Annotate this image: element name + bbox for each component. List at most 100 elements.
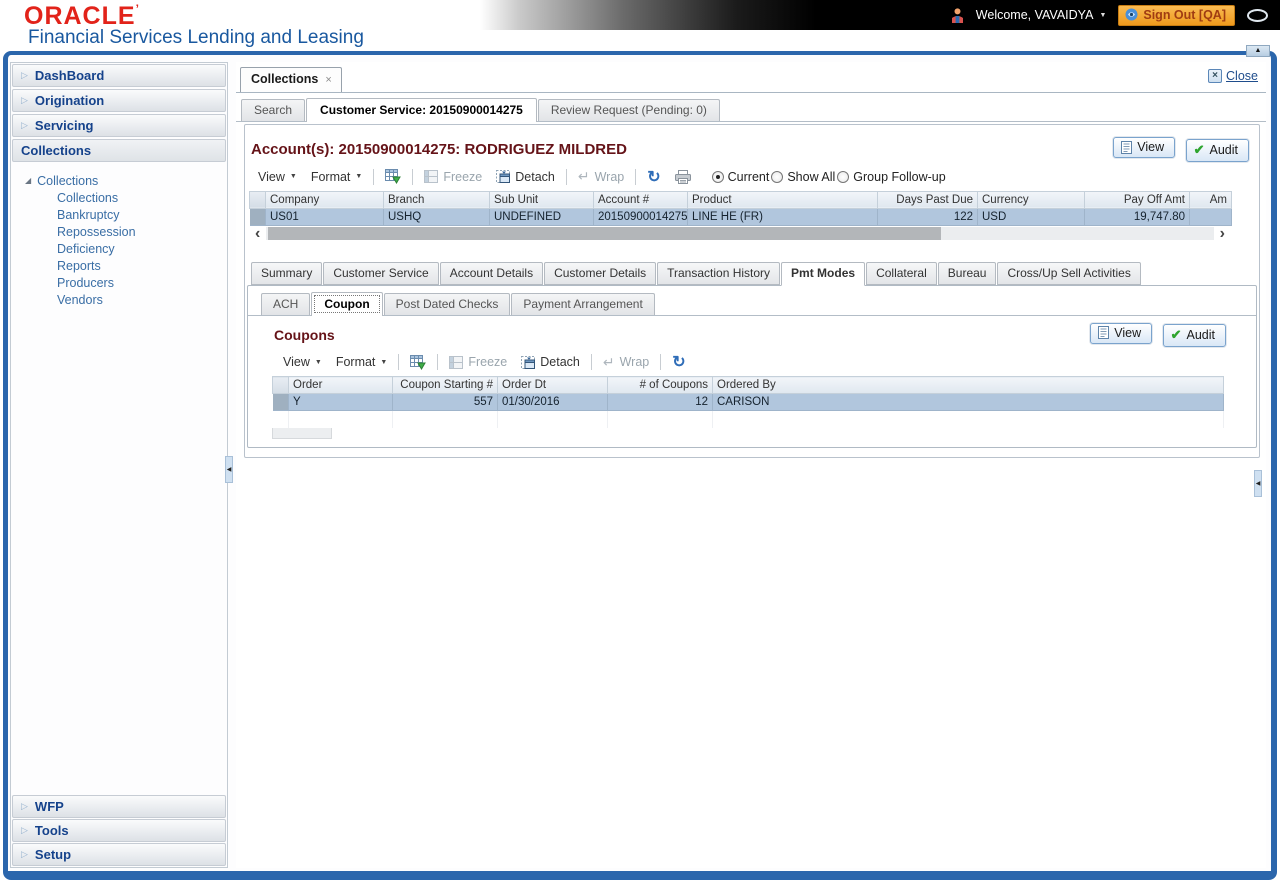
col-sub-unit[interactable]: Sub Unit bbox=[489, 190, 594, 209]
print-icon[interactable] bbox=[674, 169, 691, 184]
scroll-up-button[interactable]: ▲ bbox=[1246, 45, 1270, 57]
detach-button[interactable]: Detach bbox=[521, 355, 580, 369]
sidebar-item-origination[interactable]: ▷ Origination bbox=[12, 89, 226, 112]
wrap-button[interactable]: ↵ Wrap bbox=[603, 354, 649, 371]
sidebar-collapse-handle[interactable]: ◀ bbox=[225, 456, 233, 483]
tree-node-collections[interactable]: Collections bbox=[11, 189, 227, 206]
radio-current[interactable]: Current bbox=[711, 170, 769, 184]
tree-node-collections-root[interactable]: ◢ Collections bbox=[11, 172, 227, 189]
toolbar-view-menu[interactable]: View ▼ bbox=[283, 355, 322, 369]
col-amount-truncated[interactable]: Am bbox=[1189, 190, 1232, 209]
tab-search[interactable]: Search bbox=[241, 99, 306, 121]
tree-node-reports[interactable]: Reports bbox=[11, 257, 227, 274]
hscroll-thumb[interactable] bbox=[268, 226, 941, 240]
tab-pmt-modes[interactable]: Pmt Modes bbox=[781, 261, 866, 286]
radio-show-all[interactable]: Show All bbox=[771, 170, 835, 184]
sidebar-item-tools[interactable]: ▷ Tools bbox=[12, 819, 226, 842]
tab-post-dated-checks[interactable]: Post Dated Checks bbox=[383, 292, 511, 315]
tab-review-request[interactable]: Review Request (Pending: 0) bbox=[537, 99, 720, 121]
cell-pay-off-amt[interactable]: 19,747.80 bbox=[1084, 208, 1190, 226]
cell-order[interactable]: Y bbox=[288, 393, 393, 411]
tab-customer-details[interactable]: Customer Details bbox=[544, 261, 657, 285]
session-oval-icon[interactable] bbox=[1247, 8, 1268, 22]
tree-node-repossession[interactable]: Repossession bbox=[11, 223, 227, 240]
tab-collections[interactable]: Collections × bbox=[240, 67, 342, 92]
sidebar-item-wfp[interactable]: ▷ WFP bbox=[12, 795, 226, 818]
sidebar-item-setup[interactable]: ▷ Setup bbox=[12, 843, 226, 866]
cell-amount-truncated[interactable] bbox=[1189, 208, 1232, 226]
scroll-right-icon[interactable]: › bbox=[1214, 225, 1231, 241]
view-button[interactable]: View bbox=[1113, 137, 1176, 158]
cell-days-past-due[interactable]: 122 bbox=[877, 208, 978, 226]
col-coupon-starting[interactable]: Coupon Starting # bbox=[392, 376, 498, 394]
refresh-icon[interactable]: ↻ bbox=[647, 167, 660, 187]
tab-close-icon[interactable]: × bbox=[325, 74, 331, 86]
freeze-button[interactable]: Freeze bbox=[424, 170, 482, 184]
toolbar-format-menu[interactable]: Format ▼ bbox=[336, 355, 388, 369]
tab-ach[interactable]: ACH bbox=[261, 292, 311, 315]
cell-num-coupons[interactable]: 12 bbox=[607, 393, 713, 411]
hscroll-track[interactable] bbox=[266, 226, 1214, 240]
welcome-user-menu[interactable]: Welcome, VAVAIDYA ▼ bbox=[976, 8, 1107, 22]
tree-node-vendors[interactable]: Vendors bbox=[11, 291, 227, 308]
row-selector-cell[interactable] bbox=[249, 208, 266, 226]
sidebar-item-dashboard[interactable]: ▷ DashBoard bbox=[12, 64, 226, 87]
coupons-view-button[interactable]: View bbox=[1090, 322, 1153, 344]
coupons-vscrollbar-stub[interactable] bbox=[272, 427, 332, 439]
col-account-number[interactable]: Account # bbox=[593, 190, 688, 209]
export-to-excel-icon[interactable] bbox=[385, 169, 402, 184]
tab-customer-service[interactable]: Customer Service: 20150900014275 bbox=[306, 98, 537, 122]
cell-company[interactable]: US01 bbox=[265, 208, 384, 226]
row-selector-cell[interactable] bbox=[272, 393, 289, 411]
col-company[interactable]: Company bbox=[265, 190, 384, 209]
account-table-row[interactable]: US01 USHQ UNDEFINED 20150900014275 LINE … bbox=[249, 208, 1232, 226]
freeze-button[interactable]: Freeze bbox=[449, 355, 507, 369]
toolbar-format-menu[interactable]: Format ▼ bbox=[311, 170, 363, 184]
tab-summary[interactable]: Summary bbox=[251, 261, 323, 285]
cell-branch[interactable]: USHQ bbox=[383, 208, 490, 226]
tab-transaction-history[interactable]: Transaction History bbox=[657, 261, 781, 285]
cell-product[interactable]: LINE HE (FR) bbox=[687, 208, 878, 226]
scroll-left-icon[interactable]: ‹ bbox=[249, 225, 266, 241]
cell-ordered-by[interactable]: CARISON bbox=[712, 393, 1224, 411]
refresh-icon[interactable]: ↻ bbox=[672, 352, 685, 372]
col-order[interactable]: Order bbox=[288, 376, 393, 394]
tab-payment-arrangement[interactable]: Payment Arrangement bbox=[511, 292, 655, 315]
col-num-coupons[interactable]: # of Coupons bbox=[607, 376, 713, 394]
col-currency[interactable]: Currency bbox=[977, 190, 1085, 209]
tab-account-details[interactable]: Account Details bbox=[439, 261, 544, 285]
cell-sub-unit[interactable]: UNDEFINED bbox=[489, 208, 594, 226]
radio-group-follow-up[interactable]: Group Follow-up bbox=[837, 170, 946, 184]
col-pay-off-amt[interactable]: Pay Off Amt bbox=[1084, 190, 1190, 209]
sign-out-button[interactable]: Sign Out [QA] bbox=[1118, 4, 1235, 26]
cell-account-number[interactable]: 20150900014275 bbox=[593, 208, 688, 226]
tab-customer-service-detail[interactable]: Customer Service bbox=[323, 261, 439, 285]
cell-order-dt[interactable]: 01/30/2016 bbox=[497, 393, 608, 411]
radio-selected-icon bbox=[711, 170, 724, 183]
col-order-dt[interactable]: Order Dt bbox=[497, 376, 608, 394]
col-ordered-by[interactable]: Ordered By bbox=[712, 376, 1224, 394]
tab-coupon[interactable]: Coupon bbox=[311, 291, 383, 316]
tab-cross-up-sell-activities[interactable]: Cross/Up Sell Activities bbox=[997, 261, 1141, 285]
audit-button[interactable]: ✔ Audit bbox=[1185, 138, 1249, 162]
wrap-button[interactable]: ↵ Wrap bbox=[578, 168, 624, 185]
close-button[interactable]: × Close bbox=[1208, 69, 1258, 83]
tree-node-deficiency[interactable]: Deficiency bbox=[11, 240, 227, 257]
tree-node-bankruptcy[interactable]: Bankruptcy bbox=[11, 206, 227, 223]
col-branch[interactable]: Branch bbox=[383, 190, 490, 209]
tab-collateral[interactable]: Collateral bbox=[866, 261, 937, 285]
tree-node-producers[interactable]: Producers bbox=[11, 274, 227, 291]
cell-coupon-starting[interactable]: 557 bbox=[392, 393, 498, 411]
right-collapse-handle[interactable]: ◀ bbox=[1254, 470, 1262, 497]
coupons-audit-button[interactable]: ✔ Audit bbox=[1162, 324, 1226, 347]
sidebar-item-servicing[interactable]: ▷ Servicing bbox=[12, 114, 226, 137]
sidebar-item-collections[interactable]: Collections bbox=[12, 139, 226, 162]
export-to-excel-icon[interactable] bbox=[410, 354, 427, 370]
cell-currency[interactable]: USD bbox=[977, 208, 1085, 226]
detach-button[interactable]: Detach bbox=[496, 170, 555, 184]
col-days-past-due[interactable]: Days Past Due bbox=[877, 190, 978, 209]
toolbar-view-menu[interactable]: View ▼ bbox=[258, 170, 297, 184]
coupons-table-row[interactable]: Y 557 01/30/2016 12 CARISON bbox=[272, 393, 1224, 411]
tab-bureau[interactable]: Bureau bbox=[937, 261, 997, 285]
col-product[interactable]: Product bbox=[687, 190, 878, 209]
